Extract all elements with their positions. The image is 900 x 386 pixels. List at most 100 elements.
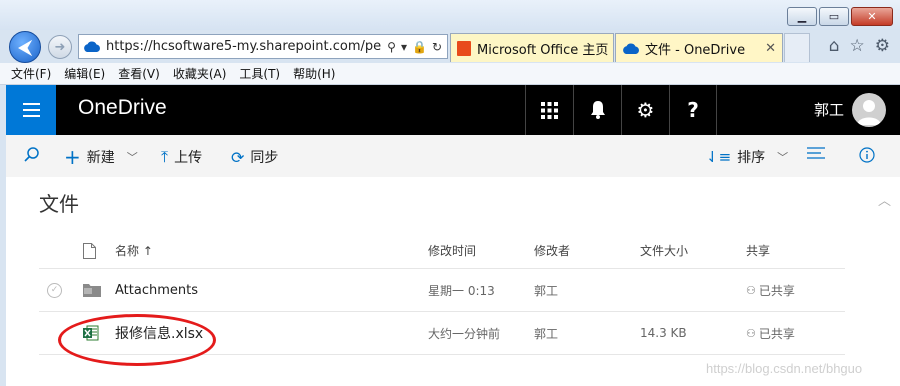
address-bar[interactable]: https://hcsoftware5-my.sharepoint.com/pe… bbox=[78, 34, 448, 59]
user-name[interactable]: 郭工 bbox=[814, 99, 844, 120]
menu-favorites[interactable]: 收藏夹(A) bbox=[173, 65, 227, 82]
refresh-icon[interactable]: ↻ bbox=[432, 40, 442, 54]
tab-close-icon[interactable]: ✕ bbox=[765, 41, 776, 56]
new-button[interactable]: + 新建 ﹀ bbox=[64, 147, 138, 167]
upload-arrow-icon: ⤒ bbox=[161, 147, 169, 166]
menu-file[interactable]: 文件(F) bbox=[11, 65, 51, 82]
search-icon[interactable]: ⚲ bbox=[387, 40, 396, 54]
upload-button[interactable]: ⤒ 上传 bbox=[161, 147, 202, 167]
file-sharing[interactable]: ⚇ 已共享 bbox=[746, 312, 795, 354]
excel-file-icon bbox=[83, 312, 99, 354]
page-title: 文件 bbox=[39, 192, 79, 216]
upload-label: 上传 bbox=[174, 150, 203, 166]
people-icon: ⚇ bbox=[746, 283, 756, 297]
sync-icon: ⟳ bbox=[231, 147, 245, 167]
bell-icon bbox=[590, 101, 605, 119]
watermark: https://blog.csdn.net/bhguo bbox=[706, 361, 863, 376]
file-type-header[interactable] bbox=[83, 233, 96, 268]
tab-label: Microsoft Office 主页 bbox=[477, 42, 609, 58]
person-icon bbox=[857, 100, 881, 125]
question-icon: ? bbox=[687, 98, 699, 122]
sharing-label: 已共享 bbox=[758, 283, 795, 298]
sharing-label: 已共享 bbox=[758, 326, 795, 341]
close-window-button[interactable]: ✕ bbox=[851, 7, 893, 26]
onedrive-cloud-icon bbox=[623, 43, 639, 54]
file-size: 14.3 KB bbox=[640, 326, 687, 340]
gear-icon: ⚙ bbox=[636, 98, 655, 122]
window-titlebar: ▁ ▭ ✕ bbox=[0, 0, 900, 30]
row-select[interactable]: ✓ bbox=[47, 269, 62, 311]
sort-label: 排序 bbox=[737, 150, 766, 166]
table-row[interactable]: 报修信息.xlsx 大约一分钟前 郭工 14.3 KB ⚇ 已共享 bbox=[39, 312, 845, 355]
file-modified: 大约一分钟前 bbox=[428, 326, 501, 341]
arrow-left-icon: ⮜ bbox=[18, 36, 32, 58]
files-content: 文件 名称 ↑ 修改时间 修改者 文件大小 共享 ✓ Attachments 星… bbox=[6, 177, 900, 386]
file-sharing[interactable]: ⚇ 已共享 bbox=[746, 269, 795, 311]
chevron-down-icon: ﹀ bbox=[126, 151, 138, 164]
suite-bar: OneDrive ⚙ ? 郭工 bbox=[6, 85, 900, 135]
view-options-button[interactable] bbox=[807, 147, 825, 159]
app-grid-icon bbox=[541, 101, 558, 119]
gear-icon[interactable]: ⚙ bbox=[875, 36, 890, 56]
settings-button[interactable]: ⚙ bbox=[621, 85, 669, 135]
search-button[interactable] bbox=[24, 147, 39, 162]
column-name[interactable]: 名称 ↑ bbox=[115, 233, 153, 268]
back-button[interactable]: ⮜ bbox=[9, 31, 41, 63]
plus-icon: + bbox=[64, 145, 81, 169]
sync-button[interactable]: ⟳ 同步 bbox=[231, 147, 278, 167]
tab-office-home[interactable]: Microsoft Office 主页 bbox=[450, 33, 614, 62]
brand-title[interactable]: OneDrive bbox=[78, 96, 167, 120]
column-modified[interactable]: 修改时间 bbox=[428, 233, 476, 268]
scroll-up-chevron-icon[interactable]: ︿ bbox=[878, 190, 891, 209]
file-modified: 星期一 0:13 bbox=[428, 283, 495, 298]
minimize-button[interactable]: ▁ bbox=[787, 7, 817, 26]
avatar[interactable] bbox=[852, 93, 886, 127]
home-icon[interactable]: ⌂ bbox=[829, 36, 840, 56]
onedrive-cloud-icon bbox=[84, 41, 100, 52]
file-name[interactable]: Attachments bbox=[115, 269, 198, 311]
column-sharing[interactable]: 共享 bbox=[746, 233, 770, 268]
maximize-button[interactable]: ▭ bbox=[819, 7, 849, 26]
menu-view[interactable]: 查看(V) bbox=[118, 65, 160, 82]
document-icon bbox=[83, 242, 96, 259]
table-row[interactable]: ✓ Attachments 星期一 0:13 郭工 ⚇ 已共享 bbox=[39, 269, 845, 312]
chevron-down-icon: ﹀ bbox=[777, 151, 789, 164]
menu-tools[interactable]: 工具(T) bbox=[239, 65, 280, 82]
office-logo-icon bbox=[457, 40, 471, 56]
favorites-star-icon[interactable]: ☆ bbox=[850, 36, 865, 56]
list-view-icon bbox=[807, 147, 825, 159]
column-size[interactable]: 文件大小 bbox=[640, 233, 688, 268]
people-icon: ⚇ bbox=[746, 326, 756, 340]
info-button[interactable] bbox=[859, 147, 875, 163]
file-modified-by: 郭工 bbox=[534, 326, 559, 341]
app-launcher-button[interactable] bbox=[525, 85, 573, 135]
command-bar: + 新建 ﹀ ⤒ 上传 ⟳ 同步 ⇃≡ 排序 ﹀ bbox=[6, 135, 900, 177]
browser-toolbar-icons: ⌂ ☆ ⚙ bbox=[829, 36, 890, 56]
sort-button[interactable]: ⇃≡ 排序 ﹀ bbox=[706, 147, 788, 167]
sync-label: 同步 bbox=[250, 150, 279, 166]
menu-edit[interactable]: 编辑(E) bbox=[64, 65, 105, 82]
arrow-right-icon: ➜ bbox=[54, 39, 66, 55]
menu-help[interactable]: 帮助(H) bbox=[293, 65, 335, 82]
lock-icon[interactable]: 🔒 bbox=[412, 40, 427, 54]
sort-icon: ⇃≡ bbox=[706, 148, 732, 166]
column-modified-by[interactable]: 修改者 bbox=[534, 233, 570, 268]
new-tab-button[interactable] bbox=[784, 33, 810, 62]
help-button[interactable]: ? bbox=[669, 85, 717, 135]
checkmark-icon: ✓ bbox=[47, 282, 62, 298]
notifications-button[interactable] bbox=[573, 85, 621, 135]
new-label: 新建 bbox=[86, 150, 115, 166]
forward-button[interactable]: ➜ bbox=[48, 35, 72, 59]
search-icon bbox=[24, 147, 39, 162]
info-icon bbox=[859, 147, 875, 163]
file-name[interactable]: 报修信息.xlsx bbox=[115, 312, 203, 354]
tab-label: 文件 - OneDrive bbox=[645, 42, 746, 58]
dropdown-icon[interactable]: ▾ bbox=[401, 40, 407, 54]
tab-onedrive-files[interactable]: 文件 - OneDrive ✕ bbox=[615, 33, 783, 62]
nav-menu-button[interactable] bbox=[6, 85, 56, 135]
browser-navbar: ⮜ ➜ https://hcsoftware5-my.sharepoint.co… bbox=[0, 30, 900, 63]
folder-icon bbox=[83, 269, 101, 311]
list-header: 名称 ↑ 修改时间 修改者 文件大小 共享 bbox=[39, 233, 845, 269]
window-controls: ▁ ▭ ✕ bbox=[787, 7, 893, 26]
address-url: https://hcsoftware5-my.sharepoint.com/pe… bbox=[106, 39, 383, 54]
